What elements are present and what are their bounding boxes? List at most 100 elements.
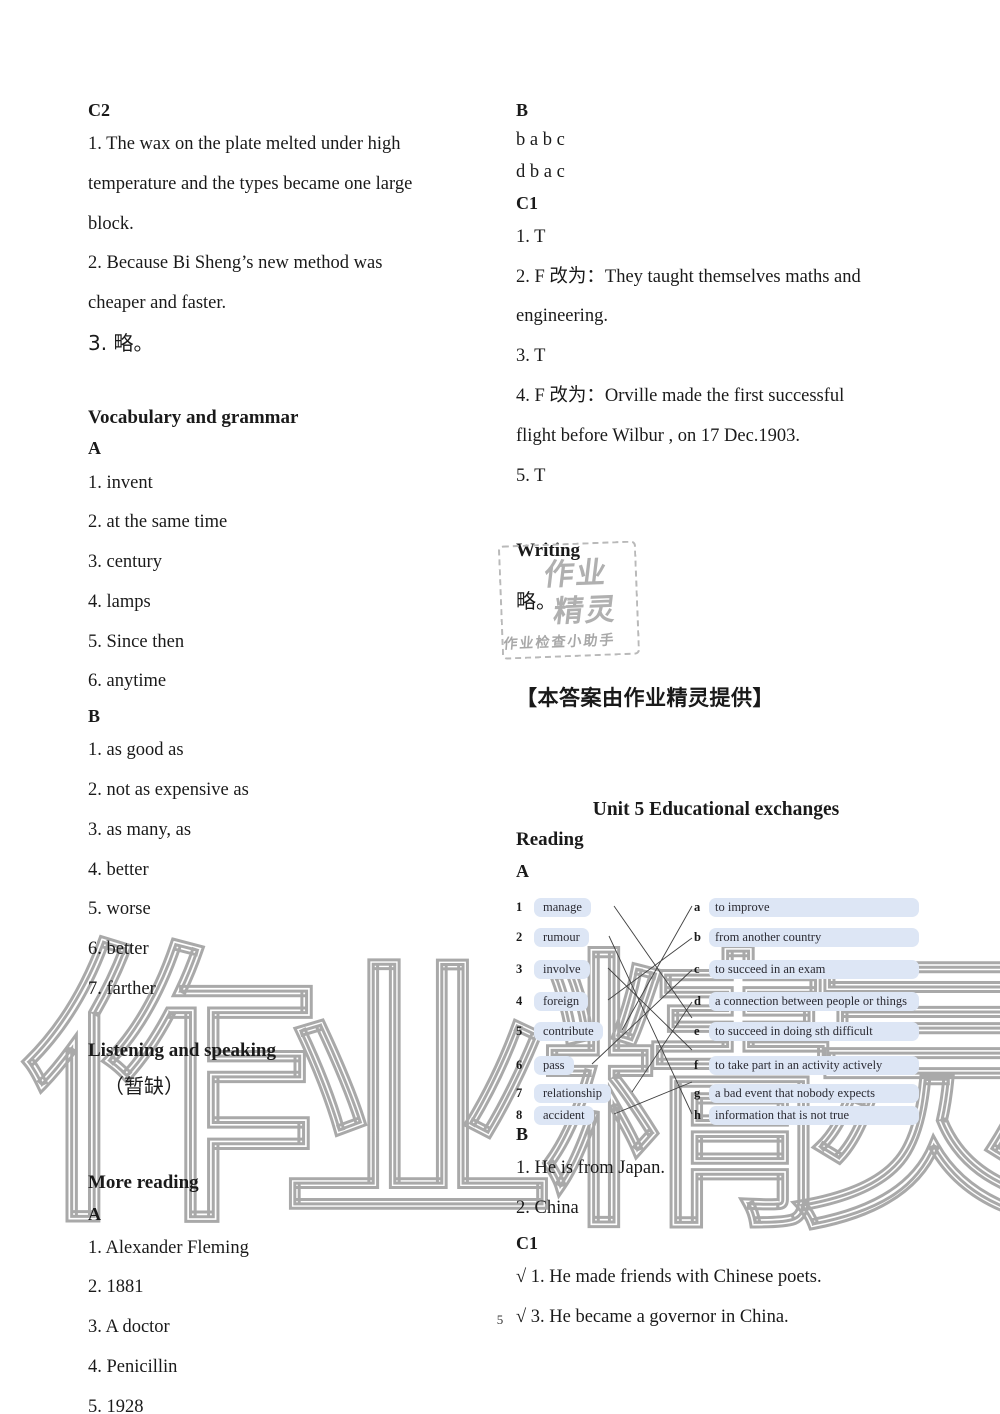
c2-line-4: 2. Because Bi Sheng’s new method was [88, 253, 383, 274]
match-left-item[interactable]: 8 accident [516, 1104, 706, 1126]
listening-and-speaking-heading: Listening and speaking [88, 1039, 276, 1061]
c1-label: C1 [516, 192, 538, 213]
match-left-item[interactable]: 4 foreign [516, 990, 706, 1012]
c2-item-3: 3. 略。 [88, 330, 154, 355]
match-left-number: 2 [516, 929, 523, 944]
vocab-b-item-4: 4. better [88, 859, 149, 880]
writing-heading: Writing [516, 540, 581, 562]
vocab-b-label: B [88, 706, 101, 727]
match-left-number: 8 [516, 1107, 523, 1122]
match-left-word: pass [534, 1055, 574, 1075]
match-left-number: 6 [516, 1057, 523, 1072]
vocab-a-item-2: 2. at the same time [88, 512, 228, 533]
more-reading-item-2: 2. 1881 [88, 1277, 144, 1298]
match-left-word: manage [534, 897, 591, 917]
match-right-letter: b [694, 929, 701, 944]
vocab-b-item-7: 7. farther [88, 978, 156, 999]
match-right-letter: h [694, 1107, 701, 1122]
match-right-item[interactable]: g a bad event that nobody expects [694, 1082, 919, 1104]
match-left-word: relationship [534, 1083, 612, 1103]
vocab-b-item-2: 2. not as expensive as [88, 780, 249, 801]
c2-line-2: temperature and the types became one lar… [88, 173, 413, 194]
vocab-b-item-1: 1. as good as [88, 740, 184, 761]
match-right-definition: a connection between people or things [709, 991, 919, 1011]
match-right-item[interactable]: f to take part in an activity actively [694, 1054, 919, 1076]
more-reading-item-4: 4. Penicillin [88, 1357, 178, 1378]
reading-c1-item-1: √ 1. He made friends with Chinese poets. [516, 1266, 822, 1287]
match-right-item[interactable]: b from another country [694, 926, 919, 948]
match-left-item[interactable]: 2 rumour [516, 926, 706, 948]
match-left-number: 7 [516, 1085, 523, 1100]
match-right-letter: a [694, 899, 701, 914]
match-left-item[interactable]: 1 manage [516, 896, 706, 918]
c1-item-2-cont: engineering. [516, 306, 608, 327]
match-right-definition: from another country [709, 927, 919, 947]
match-right-definition: to succeed in doing sth difficult [709, 1021, 919, 1041]
more-reading-item-1: 1. Alexander Fleming [88, 1237, 249, 1258]
match-left-word: contribute [534, 1021, 603, 1041]
c1-item-3: 3. T [516, 346, 546, 367]
more-reading-item-5: 5. 1928 [88, 1396, 144, 1414]
match-left-word: foreign [534, 991, 589, 1011]
match-right-letter: e [694, 1023, 700, 1038]
reading-c1-label: C1 [516, 1232, 538, 1253]
provided-by-notice: 【本答案由作业精灵提供】 [516, 685, 774, 710]
c2-line-3: block. [88, 213, 134, 234]
page-number: 5 [496, 1312, 504, 1327]
match-left-word: rumour [534, 927, 589, 947]
c1-item-4: 4. F 改为：Orville made the first successfu… [516, 386, 845, 406]
c2-line-5: cheaper and faster. [88, 293, 227, 314]
match-right-letter: g [694, 1085, 701, 1100]
vocab-a-item-1: 1. invent [88, 472, 153, 493]
match-right-definition: to succeed in an exam [709, 959, 919, 979]
match-right-item[interactable]: a to improve [694, 896, 919, 918]
more-reading-a-label: A [88, 1203, 101, 1224]
writing-answer: 略。 [516, 588, 556, 613]
listening-note: （暂缺） [104, 1074, 184, 1099]
match-left-number: 3 [516, 961, 523, 976]
match-right-item[interactable]: c to succeed in an exam [694, 958, 919, 980]
match-left-item[interactable]: 6 pass [516, 1054, 706, 1076]
match-left-item[interactable]: 7 relationship [516, 1082, 706, 1104]
more-reading-heading: More reading [88, 1172, 199, 1194]
reading-heading: Reading [516, 829, 584, 851]
c1-item-2: 2. F 改为：They taught themselves maths and [516, 266, 861, 287]
match-left-number: 5 [516, 1023, 523, 1038]
c1-item-4-cont: flight before Wilbur , on 17 Dec.1903. [516, 425, 801, 446]
vocab-a-label: A [88, 438, 101, 459]
reading-a-label: A [516, 860, 529, 881]
match-right-letter: d [694, 993, 701, 1008]
vocab-b-item-3: 3. as many, as [88, 819, 192, 840]
match-right-item[interactable]: h information that is not true [694, 1104, 919, 1126]
match-right-definition: to take part in an activity actively [709, 1055, 919, 1075]
match-left-word: accident [534, 1105, 594, 1125]
match-right-letter: c [694, 961, 700, 976]
vocab-a-item-6: 6. anytime [88, 671, 167, 692]
left-column: C2 1. The wax on the plate melted under … [88, 96, 468, 1414]
vocab-a-item-3: 3. century [88, 552, 162, 573]
reading-b-answers-label: B [516, 100, 529, 120]
vocabulary-and-grammar-heading: Vocabulary and grammar [88, 406, 299, 428]
matching-exercise: 1 manage 2 rumour 3 involve 4 foreign 5 … [516, 892, 919, 1125]
section-c2-heading: C2 [88, 100, 110, 120]
reading-b-item-1: 1. He is from Japan. [516, 1158, 665, 1179]
vocab-a-item-5: 5. Since then [88, 631, 185, 652]
vocab-b-item-6: 6. better [88, 939, 149, 960]
match-right-item[interactable]: d a connection between people or things [694, 990, 919, 1012]
vocab-b-item-5: 5. worse [88, 899, 151, 920]
match-left-number: 4 [516, 993, 523, 1008]
match-right-definition: a bad event that nobody expects [709, 1083, 919, 1103]
match-left-number: 1 [516, 899, 523, 914]
c1-item-1: 1. T [516, 226, 546, 247]
b-answer-line-2: d b a c [516, 161, 565, 182]
b-answer-line-1: b a b c [516, 130, 565, 151]
match-left-item[interactable]: 5 contribute [516, 1020, 706, 1042]
unit-5-title: Unit 5 Educational exchanges [592, 799, 840, 821]
right-column: B b a b c d b a c C1 1. T 2. F 改为：They t… [516, 96, 919, 1337]
c2-line-1: 1. The wax on the plate melted under hig… [88, 134, 401, 155]
match-right-item[interactable]: e to succeed in doing sth difficult [694, 1020, 919, 1042]
match-left-word: involve [534, 959, 590, 979]
match-left-item[interactable]: 3 involve [516, 958, 706, 980]
match-right-definition: to improve [709, 897, 919, 917]
vocab-a-item-4: 4. lamps [88, 591, 151, 612]
